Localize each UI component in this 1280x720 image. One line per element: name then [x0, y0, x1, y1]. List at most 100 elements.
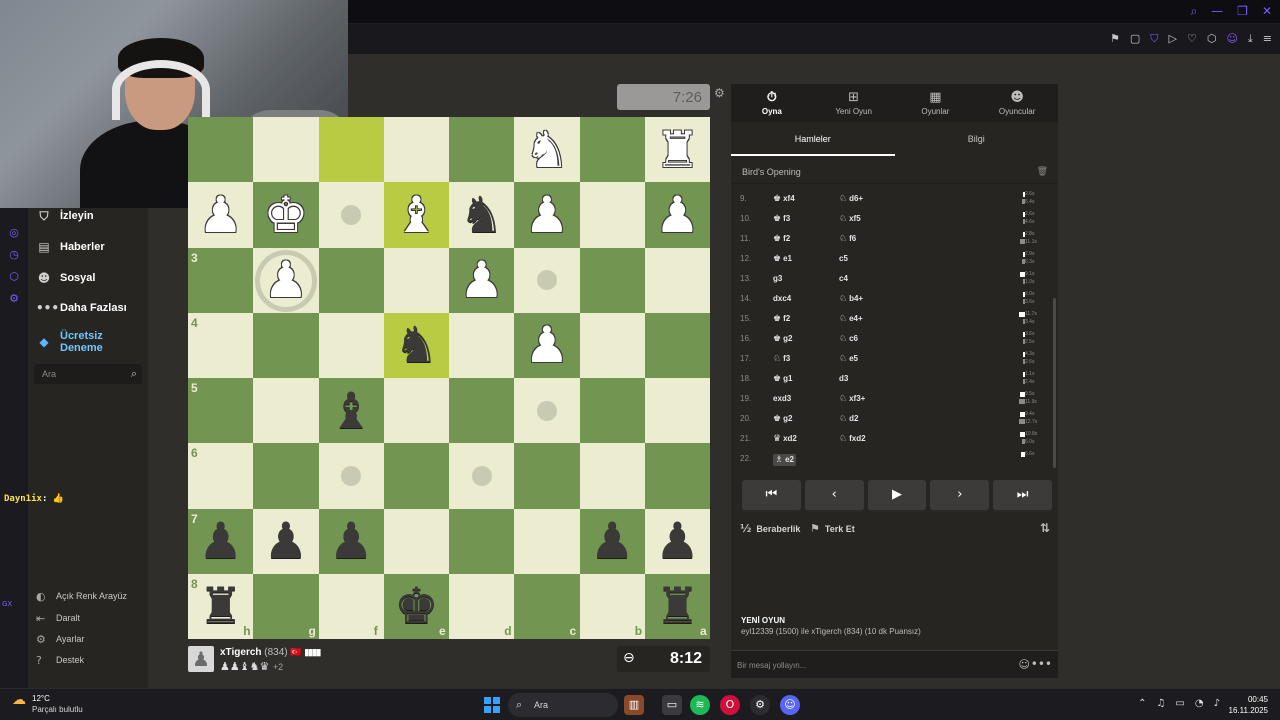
sidebar-collapse[interactable]: ⇤ Daralt — [36, 610, 80, 626]
white-move[interactable]: ♚ e1 — [773, 254, 792, 264]
flip-board-icon[interactable]: ⇅ — [1040, 521, 1050, 535]
board-square-h1[interactable] — [188, 117, 254, 183]
extensions-icon[interactable]: ⬡ — [7, 270, 21, 284]
white-move[interactable]: ♚ xf4 — [773, 194, 795, 204]
white-king-g2[interactable]: ♚ — [253, 182, 318, 247]
white-pawn-d3[interactable]: ♟ — [449, 248, 514, 313]
black-move[interactable]: ♘ b4+ — [839, 294, 863, 304]
board-square-b1[interactable] — [579, 117, 645, 183]
black-move[interactable]: ♘ c6 — [839, 334, 858, 344]
microphone-icon[interactable]: ♫ — [1156, 698, 1165, 709]
white-move[interactable]: ♚ g1 — [773, 374, 792, 384]
white-move[interactable]: ♚ g2 — [773, 414, 792, 424]
board-settings-icon[interactable]: ⚙ — [714, 86, 725, 100]
black-pawn-b7[interactable]: ♟ — [580, 509, 645, 574]
chevron-up-icon[interactable]: ⌃ — [1138, 698, 1146, 709]
sidebar-search-input[interactable]: Ara ⌕ — [34, 364, 142, 384]
sidebar-item-more[interactable]: ••• Daha Fazlası — [36, 298, 127, 318]
white-rook-a1[interactable]: ♜ — [645, 117, 710, 182]
opera-gx-icon[interactable]: O — [720, 695, 740, 715]
download-icon[interactable]: ⤓ — [1248, 32, 1253, 46]
compass-icon[interactable]: ◎ — [7, 226, 21, 240]
black-move[interactable]: ♘ xf3+ — [839, 394, 865, 404]
subtab-moves[interactable]: Hamleler — [731, 128, 895, 156]
white-move[interactable]: g3 — [773, 274, 782, 283]
board-square-b5[interactable] — [579, 378, 645, 444]
gear-icon[interactable]: ⚙ — [7, 292, 21, 306]
black-bishop-f5[interactable]: ♝ — [319, 378, 384, 443]
extensions-icon[interactable]: ⬡ — [1207, 32, 1217, 46]
board-square-e6[interactable] — [383, 443, 449, 509]
black-knight-d2[interactable]: ♞ — [449, 182, 514, 247]
white-move[interactable]: ♚ g2 — [773, 334, 792, 344]
minimize-icon[interactable]: — — [1211, 4, 1223, 19]
black-move[interactable]: ♘ d6+ — [839, 194, 863, 204]
taskbar-search[interactable]: ⌕ Ara — [508, 693, 618, 717]
file-explorer-icon[interactable]: ▥ — [624, 695, 644, 715]
subtab-info[interactable]: Bilgi — [895, 128, 1059, 156]
board-square-a4[interactable] — [644, 312, 710, 378]
board-square-d7[interactable] — [449, 508, 515, 574]
board-square-c7[interactable] — [514, 508, 580, 574]
tab-play[interactable]: ⏱ Oyna — [731, 84, 813, 122]
board-square-a5[interactable] — [644, 378, 710, 444]
black-pawn-g7[interactable]: ♟ — [253, 509, 318, 574]
chat-input[interactable]: Bir mesaj yollayın... — [737, 661, 806, 670]
next-move-button[interactable]: › — [930, 480, 990, 510]
sidebar-settings[interactable]: ⚙ Ayarlar — [36, 631, 84, 647]
black-move[interactable]: c5 — [839, 254, 848, 263]
discord-icon[interactable]: ☺ — [780, 695, 800, 715]
white-pawn-c2[interactable]: ♟ — [514, 182, 579, 247]
board-square-a6[interactable] — [644, 443, 710, 509]
board-square-g1[interactable] — [253, 117, 319, 183]
resign-button[interactable]: ⚑ Terk Et — [810, 522, 855, 535]
search-icon[interactable]: ⌕ — [1190, 4, 1197, 19]
terminal-icon[interactable]: ▭ — [662, 695, 682, 715]
legal-move-dot[interactable] — [341, 204, 362, 225]
profile-icon[interactable]: ☺ — [1226, 32, 1237, 46]
spotify-icon[interactable]: ≋ — [690, 695, 710, 715]
board-square-e3[interactable] — [383, 247, 449, 313]
board-square-c6[interactable] — [514, 443, 580, 509]
player-name[interactable]: xTigerch — [220, 647, 262, 658]
black-pawn-f7[interactable]: ♟ — [319, 509, 384, 574]
black-move[interactable]: ♘ d2 — [839, 414, 858, 424]
menu-icon[interactable]: ≡ — [1263, 32, 1272, 46]
legal-move-dot[interactable] — [471, 465, 492, 486]
white-pawn-g3[interactable]: ♟ — [253, 248, 318, 313]
board-square-g5[interactable] — [253, 378, 319, 444]
restore-icon[interactable]: ❐ — [1237, 4, 1248, 19]
board-square-f3[interactable] — [318, 247, 384, 313]
more-options-icon[interactable]: ••• — [1031, 657, 1052, 671]
white-move[interactable]: exd3 — [773, 394, 791, 403]
black-move[interactable]: ♘ e4+ — [839, 314, 863, 324]
white-pawn-c4[interactable]: ♟ — [514, 313, 579, 378]
board-square-f4[interactable] — [318, 312, 384, 378]
white-move[interactable]: ♗ e2 — [773, 454, 796, 466]
black-move[interactable]: ♘ e5 — [839, 354, 858, 364]
last-move-button[interactable]: ⏭ — [993, 480, 1052, 510]
tab-players[interactable]: ☻ Oyuncular — [976, 84, 1058, 122]
shield-icon[interactable]: ⛉ — [1150, 32, 1158, 46]
black-move[interactable]: d3 — [839, 374, 848, 383]
board-square-b2[interactable] — [579, 182, 645, 248]
move-list-scrollbar[interactable] — [1053, 188, 1056, 468]
first-move-button[interactable]: ⏮ — [742, 480, 801, 510]
black-move[interactable]: ♘ xf5 — [839, 214, 861, 224]
sidebar-item-social[interactable]: ☻ Sosyal — [36, 268, 96, 288]
board-square-e1[interactable] — [383, 117, 449, 183]
black-pawn-a7[interactable]: ♟ — [645, 509, 710, 574]
white-move[interactable]: dxc4 — [773, 294, 791, 303]
white-pawn-h2[interactable]: ♟ — [188, 182, 253, 247]
volume-icon[interactable]: ♪ — [1214, 698, 1220, 709]
avatar[interactable]: ♟ — [188, 646, 214, 672]
legal-move-dot[interactable] — [341, 465, 362, 486]
white-move[interactable]: ♚ f3 — [773, 214, 790, 224]
board-square-a3[interactable] — [644, 247, 710, 313]
tab-games[interactable]: ▦ Oyunlar — [895, 84, 977, 122]
board-square-d4[interactable] — [449, 312, 515, 378]
previous-move-button[interactable]: ‹ — [804, 480, 864, 510]
steam-icon[interactable]: ⚙ — [750, 695, 770, 715]
chess-board[interactable]: ♞ ♜ ♟ ♚ ♝ ♞ ♟ ♟ ♟ ♟ ♞ ♟ ♝ ♟ ♟ ♟ ♟ ♟ ♜ ♚ ♜ 3 4 5 6 7 8 h g f e d c b a — [188, 117, 710, 639]
board-square-e5[interactable] — [383, 378, 449, 444]
